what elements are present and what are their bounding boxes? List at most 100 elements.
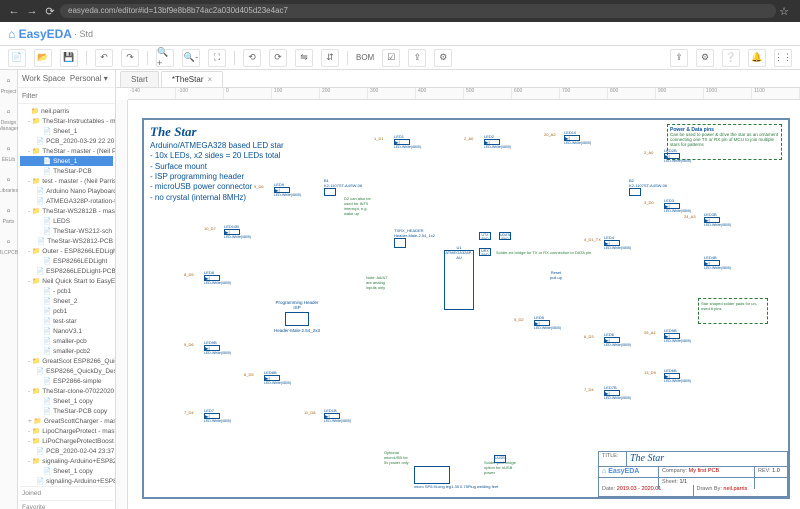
- led-led6[interactable]: LED6▶|LED-White(0805): [604, 332, 631, 347]
- netlabel[interactable]: 9_D6: [254, 184, 264, 189]
- tree-node[interactable]: -📁LipoChargeProtect - master - (Neil: [20, 426, 113, 436]
- star-icon[interactable]: ☆: [776, 3, 792, 19]
- tree-node[interactable]: 📁neil.parris: [20, 106, 113, 116]
- netlabel[interactable]: 4_D1_TX: [584, 237, 601, 242]
- export-btn[interactable]: ⇪: [408, 49, 426, 67]
- led-led2b[interactable]: LED2B▶|LED-White(0805): [664, 148, 691, 163]
- back-icon[interactable]: ←: [6, 3, 22, 19]
- schematic-canvas[interactable]: -140-10001002003004005006007008009001000…: [116, 88, 800, 509]
- reload-icon[interactable]: ⟳: [42, 3, 58, 19]
- tree-node[interactable]: 📄ESP2866-simple: [20, 376, 113, 386]
- redo-btn[interactable]: ↷: [121, 49, 139, 67]
- rail-libraries-icon[interactable]: ▫: [2, 173, 16, 187]
- rail-jlcpcb-icon[interactable]: ▫: [2, 235, 16, 249]
- led-led2[interactable]: LED2▶|LED-White(0805): [484, 134, 511, 149]
- rail-eelib-icon[interactable]: ▫: [2, 142, 16, 156]
- button-b1[interactable]: B1K2-1107ST-A4SW-06: [324, 178, 362, 196]
- tree-node[interactable]: 📄ESP8266LEDLight: [20, 256, 113, 266]
- led-led3b[interactable]: LED3B▶|LED-White(0805): [704, 212, 731, 227]
- settings-btn[interactable]: ⚙: [696, 49, 714, 67]
- led-led5[interactable]: LED5▶|LED-White(0805): [534, 315, 561, 330]
- netlabel[interactable]: 13_D9: [644, 370, 656, 375]
- flip-h-btn[interactable]: ⇋: [295, 49, 313, 67]
- tree-node[interactable]: 📄smaller-pcb: [20, 336, 113, 346]
- help-btn[interactable]: ❔: [722, 49, 740, 67]
- tree-section[interactable]: Favorite: [20, 500, 113, 509]
- pad-utx[interactable]: UTXPAD: [479, 232, 491, 240]
- tree-section[interactable]: Joined: [20, 486, 113, 500]
- rail-project-icon[interactable]: ▫: [2, 74, 16, 88]
- netlabel[interactable]: 6_D3: [584, 334, 594, 339]
- led-led1[interactable]: LED1▶|LED-White(0805): [394, 134, 421, 149]
- netlabel[interactable]: 11_D8: [304, 410, 316, 415]
- undo-btn[interactable]: ↶: [95, 49, 113, 67]
- forward-icon[interactable]: →: [24, 3, 40, 19]
- zoom-in-btn[interactable]: 🔍+: [156, 49, 174, 67]
- pad-uusb1[interactable]: UUSB1: [494, 455, 506, 463]
- netlabel[interactable]: 20_A2: [544, 132, 556, 137]
- led-led5b[interactable]: LED5B▶|LED-White(0805): [664, 328, 691, 343]
- led-led10[interactable]: LED10▶|LED-White(0805): [564, 130, 591, 145]
- tree-node[interactable]: 📄Sheet_1 copy: [20, 396, 113, 406]
- workspace-tab[interactable]: Work Space: [22, 74, 65, 83]
- notif-btn[interactable]: 🔔: [748, 49, 766, 67]
- tree-node[interactable]: 📄test-star: [20, 316, 113, 326]
- tree-node[interactable]: 📄- pcb1: [20, 286, 113, 296]
- tree-node[interactable]: 📄Sheet_1: [20, 156, 113, 166]
- led-led10b[interactable]: LED10B▶|LED-White(0805): [224, 224, 251, 239]
- tree-node[interactable]: 📄PCB_2020-02-04 23:37:14: [20, 446, 113, 456]
- tree-node[interactable]: 📄ESP8266LEDLight-PCB: [20, 266, 113, 276]
- txrx-header[interactable]: TXRX_HEADER Header-Male-2.54_1x2: [394, 228, 435, 248]
- netlabel[interactable]: 5_D2: [514, 317, 524, 322]
- netlabel[interactable]: 8_D5: [244, 372, 254, 377]
- close-icon[interactable]: ×: [207, 75, 212, 84]
- led-led8b[interactable]: LED8B▶|LED-White(0805): [264, 370, 291, 385]
- tree-node[interactable]: 📄Arduino Nano Playboard: [20, 186, 113, 196]
- netlabel[interactable]: 10_D7: [204, 226, 216, 231]
- tree-node[interactable]: +📁GreatScottCharger - master - (Neil: [20, 416, 113, 426]
- tree-node[interactable]: -📁Outer - ESP8266LEDLight: [20, 246, 113, 256]
- share-btn[interactable]: ⇪: [670, 49, 688, 67]
- led-led9b[interactable]: LED9B▶|LED-White(0805): [204, 340, 231, 355]
- tree-node[interactable]: 📄PCB_2020-03-29 22 20:17: [20, 136, 113, 146]
- rail-parts-icon[interactable]: ▫: [2, 204, 16, 218]
- netlabel[interactable]: 25_A4: [644, 330, 656, 335]
- zoom-out-btn[interactable]: 🔍-: [182, 49, 200, 67]
- schematic-sheet[interactable]: The Star Arduino/ATMEGA328 based LED sta…: [142, 118, 790, 499]
- editor-tab[interactable]: Start: [120, 71, 159, 87]
- netlabel[interactable]: 1_D1: [374, 136, 384, 141]
- grip-icon[interactable]: ⋮⋮: [774, 49, 792, 67]
- tree-node[interactable]: 📄Sheet_1: [20, 126, 113, 136]
- tree-node[interactable]: -📁TheStar - master - (Neil Parris): [20, 146, 113, 156]
- led-led8[interactable]: LED8▶|LED-White(0805): [204, 270, 231, 285]
- led-led4b[interactable]: LED4B▶|LED-White(0805): [704, 255, 731, 270]
- rotate-btn[interactable]: ⟲: [243, 49, 261, 67]
- led-led4[interactable]: LED4▶|LED-White(0805): [604, 235, 631, 250]
- led-led6b[interactable]: LED6B▶|LED-White(0805): [664, 368, 691, 383]
- tree-node[interactable]: 📄TheStar-WS212-sch: [20, 226, 113, 236]
- file-menu[interactable]: 📄: [8, 49, 26, 67]
- mcu-chip[interactable]: U1 ATMEGA328P-AU: [444, 250, 474, 310]
- netlabel[interactable]: 7_D4: [184, 410, 194, 415]
- tree-node[interactable]: 📄Sheet_1 copy: [20, 466, 113, 476]
- personal-dropdown[interactable]: Personal ▾: [70, 74, 108, 83]
- save-btn[interactable]: 💾: [60, 49, 78, 67]
- tree-node[interactable]: 📄NanoV3.1: [20, 326, 113, 336]
- button-b2[interactable]: B2K2-1107ST-A4SW-06: [629, 178, 667, 196]
- editor-tab[interactable]: *TheStar×: [161, 71, 223, 87]
- tree-node[interactable]: 📄pcb1: [20, 306, 113, 316]
- led-led1b[interactable]: LED1B▶|LED-White(0805): [324, 408, 351, 423]
- tree-node[interactable]: -📁TheStar-WS2812B - master: [20, 206, 113, 216]
- tree-node[interactable]: -📁TheStar-Instructables - master - (N: [20, 116, 113, 126]
- tree-node[interactable]: 📄ESP8266_QuickDy_Design: [20, 366, 113, 376]
- url-bar[interactable]: easyeda.com/editor#id=13bf9e8b8b74ac2a03…: [60, 4, 776, 18]
- bom-btn[interactable]: BOM: [356, 53, 374, 62]
- netlabel[interactable]: 24_A3: [684, 214, 696, 219]
- tree-node[interactable]: 📄TheStar-WS2812-PCB: [20, 236, 113, 246]
- netlabel[interactable]: 3_D0: [644, 200, 654, 205]
- tree-node[interactable]: -📁TheStar-clone-07022020 - master: [20, 386, 113, 396]
- pad-urx[interactable]: URXPAD: [479, 248, 491, 256]
- rotate2-btn[interactable]: ⟳: [269, 49, 287, 67]
- tree-node[interactable]: -📁test - master - (Neil Parris): [20, 176, 113, 186]
- tree-node[interactable]: 📄LEDS: [20, 216, 113, 226]
